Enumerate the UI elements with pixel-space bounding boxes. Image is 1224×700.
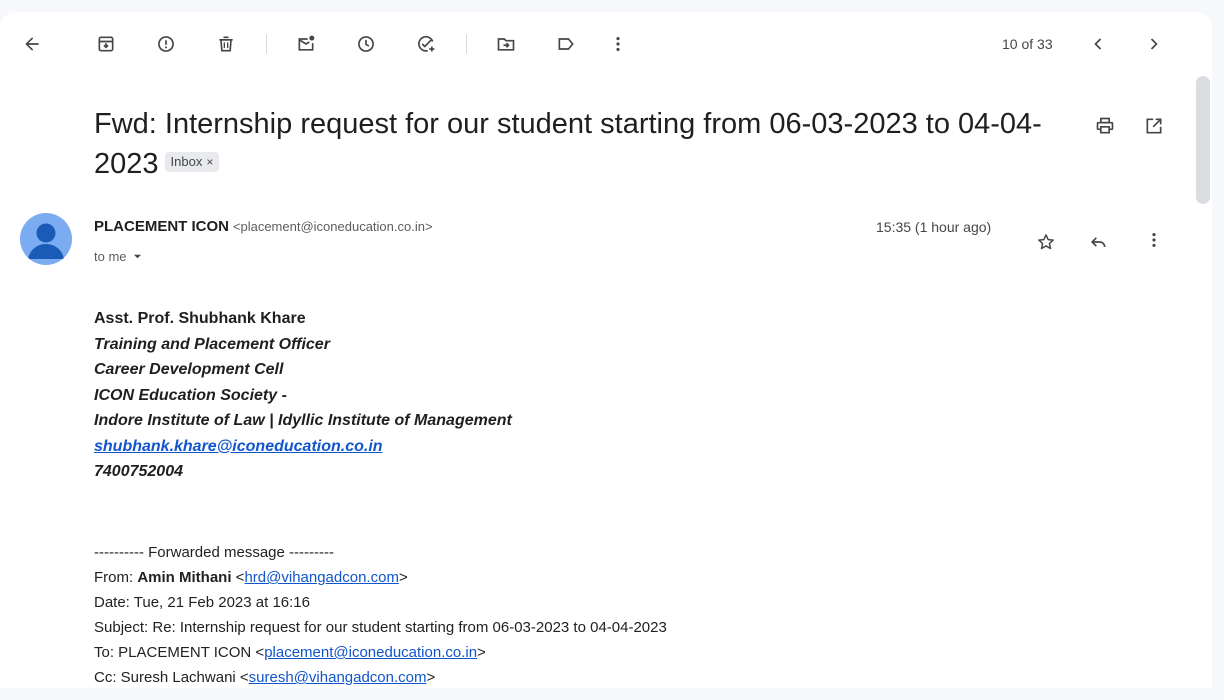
from-name: Amin Mithani [137, 569, 232, 586]
recipient-text: to me [94, 249, 127, 264]
scrollbar-thumb[interactable] [1196, 76, 1210, 204]
page-title: Fwd: Internship request for our student … [94, 108, 1042, 180]
to-label: To: PLACEMENT ICON < [94, 644, 265, 661]
signature-phone: 7400752004 [94, 463, 183, 480]
message-body: Asst. Prof. Shubhank Khare Training and … [94, 306, 1174, 485]
forwarded-date: Date: Tue, 21 Feb 2023 at 16:16 [94, 594, 310, 611]
mark-unread-button[interactable] [286, 24, 326, 64]
chevron-right-icon [1150, 38, 1158, 50]
delete-button[interactable] [206, 24, 246, 64]
message-time: 15:35 (1 hour ago) [876, 219, 992, 235]
to-email-link[interactable]: placement@iconeducation.co.in [264, 644, 477, 661]
move-to-button[interactable] [486, 24, 526, 64]
cc-label: Cc: Suresh Lachwani < [94, 669, 249, 686]
label-text: Inbox [170, 154, 203, 170]
snooze-button[interactable] [346, 24, 386, 64]
chevron-left-icon [1094, 38, 1102, 50]
inbox-label-chip[interactable]: Inbox × [164, 152, 220, 173]
signature: Asst. Prof. Shubhank Khare Training and … [94, 306, 1174, 485]
print-button[interactable] [1089, 110, 1121, 142]
remove-label-icon[interactable]: × [206, 155, 213, 169]
signature-name: Asst. Prof. Shubhank Khare [94, 310, 306, 327]
sender-line: PLACEMENT ICON <placement@iconeducation.… [94, 218, 433, 235]
more-options-button[interactable] [598, 24, 638, 64]
forwarded-to: To: PLACEMENT ICON <placement@iconeducat… [94, 644, 486, 661]
reply-icon [1090, 237, 1106, 248]
forwarded-message: ---------- Forwarded message --------- F… [94, 540, 667, 688]
archive-icon [98, 36, 114, 52]
star-icon [1038, 234, 1054, 250]
label-icon [558, 38, 574, 50]
subject-line: Fwd: Internship request for our student … [94, 104, 1084, 184]
caret-down-icon [134, 254, 142, 259]
signature-org: ICON Education Society - [94, 386, 287, 404]
mark-unread-icon [298, 35, 315, 51]
back-arrow-icon [25, 37, 39, 51]
open-new-window-button[interactable] [1138, 110, 1170, 142]
pager-count: 10 of 33 [1002, 36, 1053, 52]
toolbar-divider [466, 34, 467, 54]
label-button[interactable] [546, 24, 586, 64]
cc-email-link[interactable]: suresh@vihangadcon.com [249, 669, 427, 686]
avatar[interactable] [20, 213, 72, 265]
message-panel: 10 of 33 Fwd: Internship request for our… [0, 12, 1212, 688]
report-spam-button[interactable] [146, 24, 186, 64]
sender-name[interactable]: PLACEMENT ICON [94, 218, 229, 235]
signature-institutes: Indore Institute of Law | Idyllic Instit… [94, 412, 512, 429]
report-spam-icon [158, 36, 174, 52]
older-button[interactable] [1134, 24, 1174, 64]
newer-button[interactable] [1078, 24, 1118, 64]
from-label: From: [94, 569, 138, 586]
message-more-button[interactable] [1138, 224, 1170, 256]
move-to-icon [497, 38, 515, 51]
add-task-icon [418, 35, 435, 52]
recipient-details-toggle[interactable]: to me [94, 249, 142, 264]
more-vertical-icon [616, 37, 620, 51]
add-task-button[interactable] [406, 24, 446, 64]
open-in-new-icon [1146, 118, 1162, 134]
toolbar-divider [266, 34, 267, 54]
forwarded-cc: Cc: Suresh Lachwani <suresh@vihangadcon.… [94, 669, 436, 686]
signature-dept: Career Development Cell [94, 361, 284, 378]
back-button[interactable] [12, 24, 52, 64]
person-icon [28, 223, 64, 259]
reply-button[interactable] [1082, 226, 1114, 258]
more-vertical-icon [1152, 233, 1156, 247]
star-button[interactable] [1030, 226, 1062, 258]
signature-email-link[interactable]: shubhank.khare@iconeducation.co.in [94, 438, 383, 455]
scrollbar[interactable] [1194, 76, 1212, 688]
signature-title: Training and Placement Officer [94, 335, 330, 353]
forwarded-header: ---------- Forwarded message --------- [94, 544, 334, 561]
forwarded-subject: Subject: Re: Internship request for our … [94, 619, 667, 636]
print-icon [1096, 117, 1114, 134]
sender-email: <placement@iconeducation.co.in> [232, 219, 433, 234]
from-email-link[interactable]: hrd@vihangadcon.com [244, 569, 398, 586]
message-toolbar: 10 of 33 [0, 12, 1212, 76]
snooze-icon [358, 36, 374, 52]
delete-icon [219, 36, 233, 52]
forwarded-from: From: Amin Mithani <hrd@vihangadcon.com> [94, 569, 408, 586]
archive-button[interactable] [86, 24, 126, 64]
